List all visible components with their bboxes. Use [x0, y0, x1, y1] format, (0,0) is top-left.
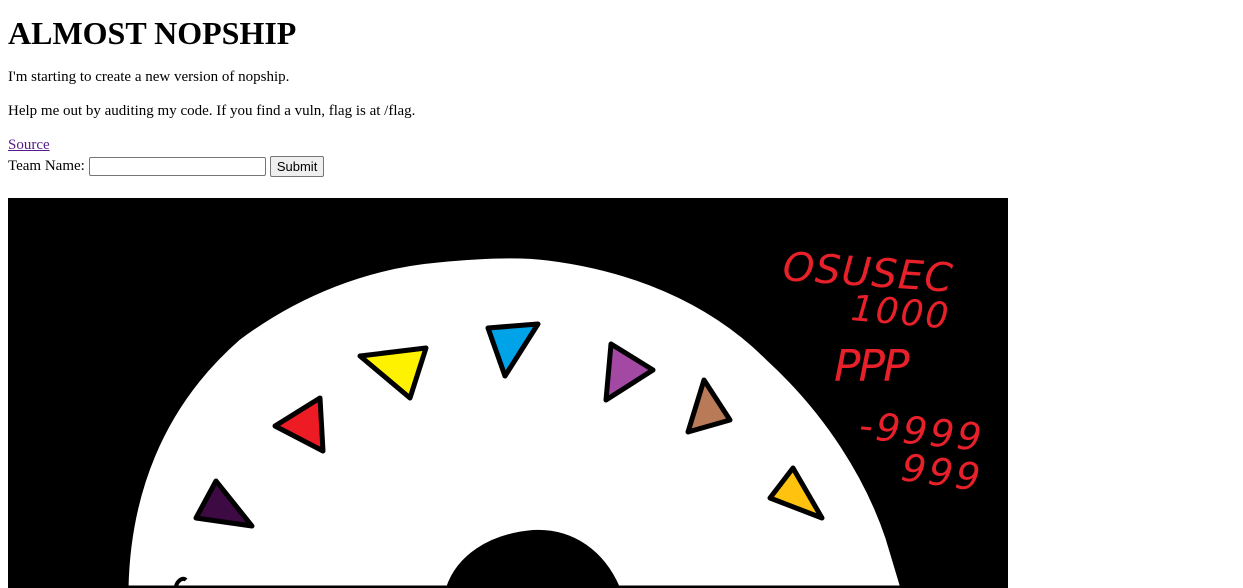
source-link[interactable]: Source — [8, 136, 1243, 154]
team-form: Team Name: Submit — [8, 155, 1243, 177]
scribble-ppp: PPP — [834, 341, 910, 392]
wheel-drawing: OSUSEC 1000 PPP -9999 999 — [8, 198, 1008, 588]
page: ALMOST NOPSHIP I'm starting to create a … — [0, 0, 1243, 177]
scribble-1000: 1000 — [849, 288, 952, 338]
help-paragraph: Help me out by auditing my code. If you … — [8, 103, 416, 119]
submit-button[interactable]: Submit — [269, 155, 325, 177]
intro-paragraph: I'm starting to create a new version of … — [8, 69, 290, 85]
page-title: ALMOST NOPSHIP — [8, 15, 297, 51]
team-name-label: Team Name: — [8, 157, 85, 174]
wheel-canvas: OSUSEC 1000 PPP -9999 999 — [8, 198, 1008, 588]
team-name-input[interactable] — [88, 156, 266, 176]
